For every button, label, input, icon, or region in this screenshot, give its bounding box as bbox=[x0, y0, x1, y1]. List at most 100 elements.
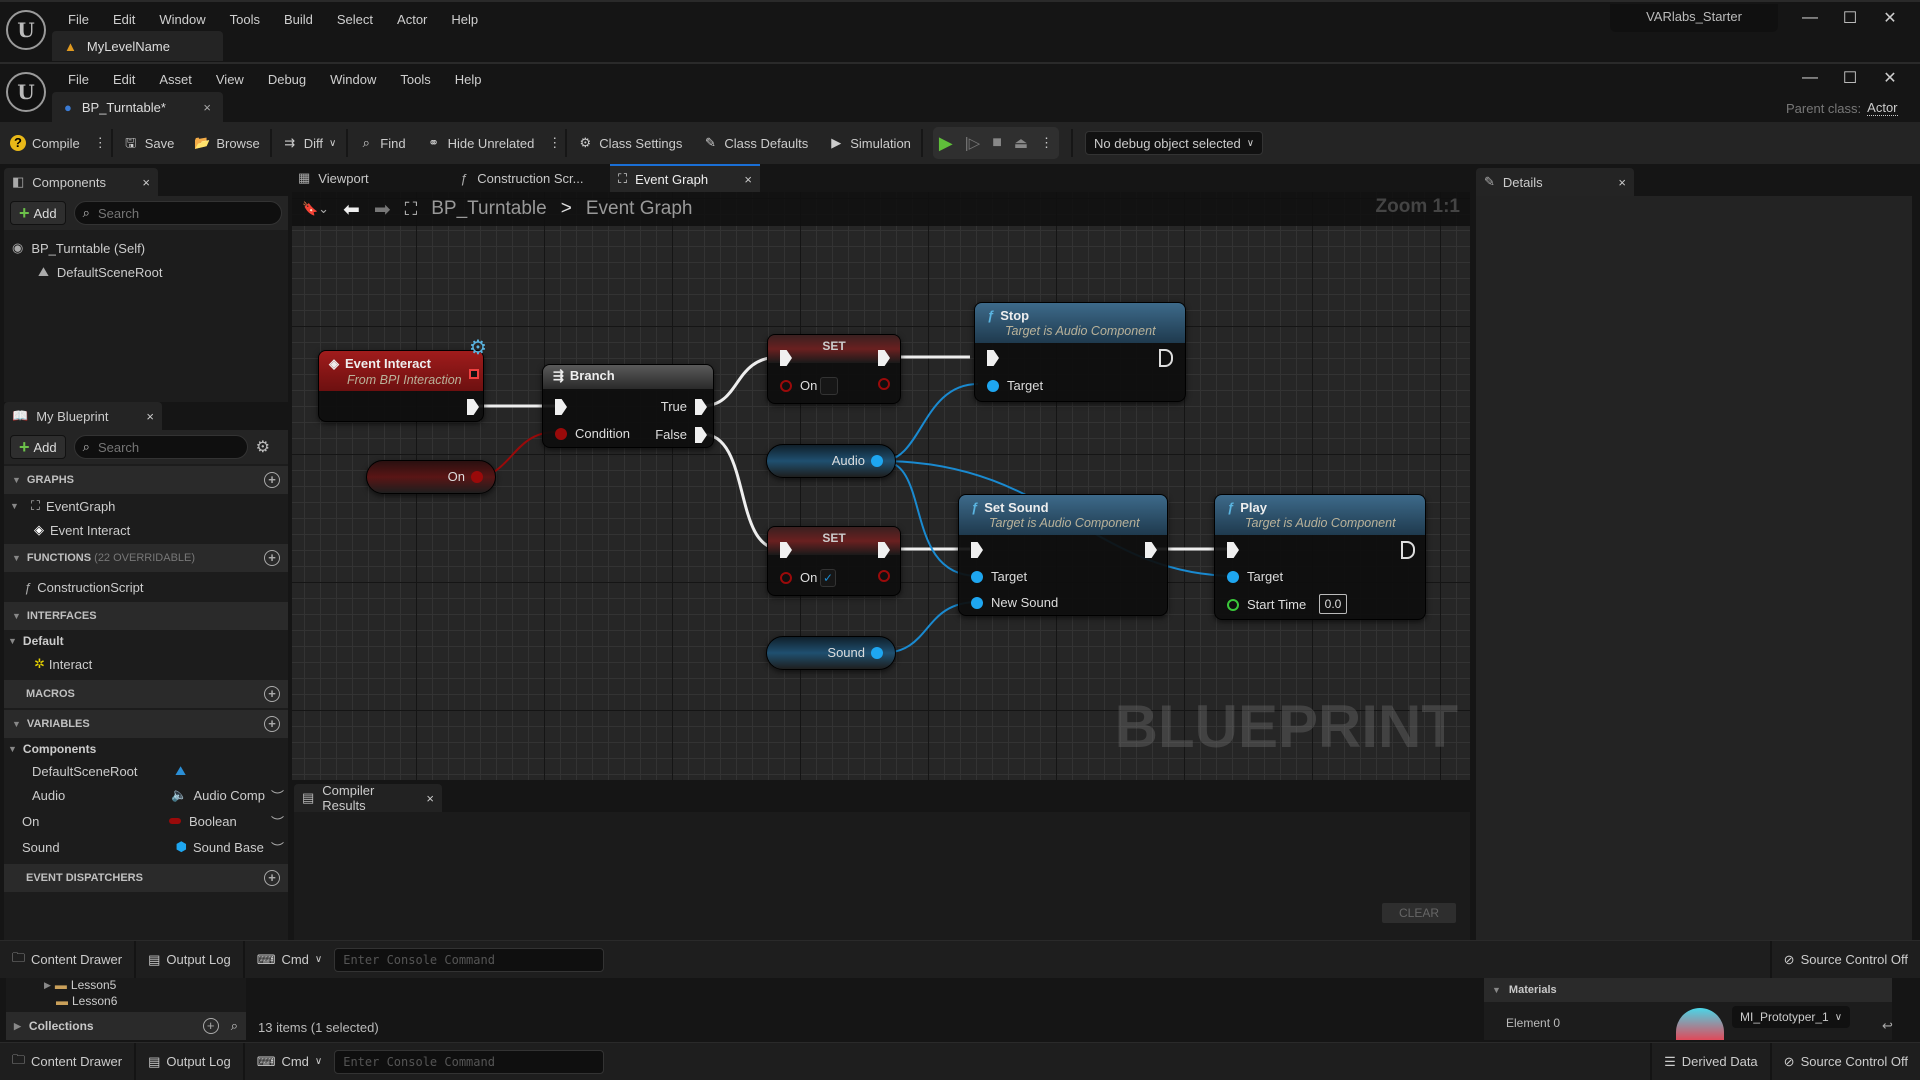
source-control-button[interactable]: ⊘ Source Control Off bbox=[1772, 1043, 1920, 1080]
gear-icon[interactable]: ⚙ bbox=[256, 437, 270, 457]
folder-lesson6[interactable]: ▬ Lesson6 bbox=[6, 992, 246, 1010]
menu-help[interactable]: Help bbox=[443, 72, 494, 87]
unreal-logo-icon[interactable]: U bbox=[6, 10, 46, 50]
my-blueprint-search[interactable]: ⌕ bbox=[73, 435, 248, 459]
exec-in-pin[interactable] bbox=[1227, 542, 1239, 558]
asset-tab[interactable]: ● BP_Turntable* × bbox=[52, 92, 223, 122]
exec-out-pin[interactable] bbox=[1401, 541, 1415, 559]
content-drawer-button[interactable]: 🗀 Content Drawer bbox=[0, 941, 137, 978]
on-output-pin[interactable] bbox=[471, 471, 483, 483]
menu-help[interactable]: Help bbox=[439, 12, 490, 27]
output-log-button[interactable]: ▤ Output Log bbox=[136, 941, 245, 978]
add-event-dispatcher-icon[interactable]: + bbox=[264, 870, 280, 886]
compile-options-button[interactable]: ⋮ bbox=[90, 122, 111, 164]
parent-class-link[interactable]: Actor bbox=[1867, 100, 1898, 116]
close-tab-icon[interactable]: × bbox=[744, 172, 752, 187]
menu-file[interactable]: File bbox=[56, 12, 101, 27]
on-input-pin[interactable] bbox=[780, 380, 792, 392]
graph-eventgraph[interactable]: ▼ ⛶ EventGraph bbox=[4, 494, 288, 518]
add-component-button[interactable]: + Add bbox=[10, 201, 66, 225]
cmd-dropdown[interactable]: ⌨ Cmd ∨ bbox=[245, 1043, 335, 1080]
folder-lesson5[interactable]: ▶ ▬ Lesson5 bbox=[6, 978, 246, 992]
audio-output-pin[interactable] bbox=[871, 455, 883, 467]
cmd-dropdown[interactable]: ⌨ Cmd ∨ bbox=[245, 941, 335, 978]
on-checkbox-checked[interactable]: ✓ bbox=[820, 569, 836, 587]
tab-viewport[interactable]: ▦ Viewport bbox=[290, 164, 450, 192]
start-time-input[interactable]: 0.0 bbox=[1319, 594, 1347, 614]
minimize-button[interactable]: — bbox=[1790, 69, 1830, 87]
add-graph-icon[interactable]: + bbox=[264, 472, 280, 488]
content-drawer-button[interactable]: 🗀 Content Drawer bbox=[0, 1043, 137, 1080]
play-icon[interactable]: ▶ bbox=[939, 133, 953, 154]
exec-in-pin[interactable] bbox=[971, 542, 983, 558]
interface-interact[interactable]: ✲ Interact bbox=[4, 652, 288, 676]
visibility-eye-icon[interactable]: ︶ bbox=[271, 786, 284, 805]
exec-true-pin[interactable] bbox=[695, 399, 707, 415]
hide-unrelated-options-button[interactable]: ⋮ bbox=[544, 122, 565, 164]
details-tab[interactable]: ✎ Details × bbox=[1476, 168, 1634, 196]
step-icon[interactable]: |▷ bbox=[965, 134, 980, 152]
variable-defaultsceneroot[interactable]: DefaultSceneRoot ⛰ bbox=[4, 760, 288, 782]
add-member-button[interactable]: + Add bbox=[10, 435, 66, 459]
node-set-sound[interactable]: ƒ Set Sound Target is Audio Component Targ… bbox=[958, 494, 1168, 616]
menu-edit[interactable]: Edit bbox=[101, 72, 147, 87]
variable-sound[interactable]: Sound ⬢ Sound Base ︶ bbox=[4, 834, 288, 860]
new-sound-pin[interactable] bbox=[971, 597, 983, 609]
tab-event-graph[interactable]: ⛶ Event Graph × bbox=[610, 164, 760, 192]
derived-data-button[interactable]: ☰ Derived Data bbox=[1650, 1043, 1772, 1080]
find-button[interactable]: ⌕ Find bbox=[348, 122, 415, 164]
menu-file[interactable]: File bbox=[56, 72, 101, 87]
compile-button[interactable]: ? Compile bbox=[0, 122, 90, 164]
menu-tools[interactable]: Tools bbox=[218, 12, 272, 27]
node-event-interact[interactable]: ◈ Event Interact From BPI Interaction ⚙ bbox=[318, 337, 487, 422]
exec-out-pin[interactable] bbox=[1145, 542, 1157, 558]
event-graph-canvas[interactable]: 🔖⌄ ⬅ ➡ ⛶ BP_Turntable > Event Graph Zoom… bbox=[292, 192, 1470, 780]
close-tab-icon[interactable]: × bbox=[203, 100, 211, 115]
section-functions[interactable]: ▼ FUNCTIONS (22 OVERRIDABLE) + bbox=[4, 544, 288, 572]
graph-event-interact[interactable]: ◈ Event Interact bbox=[4, 518, 288, 542]
maximize-button[interactable]: ☐ bbox=[1830, 68, 1870, 88]
target-pin[interactable] bbox=[971, 571, 983, 583]
node-get-on[interactable]: On bbox=[366, 460, 496, 494]
node-play[interactable]: ƒ Play Target is Audio Component Target St… bbox=[1214, 494, 1426, 620]
menu-tools[interactable]: Tools bbox=[388, 72, 442, 87]
target-pin[interactable] bbox=[987, 380, 999, 392]
components-search-input[interactable] bbox=[97, 205, 273, 221]
section-macros[interactable]: MACROS + bbox=[4, 680, 288, 708]
add-macro-icon[interactable]: + bbox=[264, 686, 280, 702]
minimize-button[interactable]: — bbox=[1790, 9, 1830, 27]
reset-icon[interactable]: ↩ bbox=[1882, 1018, 1893, 1034]
condition-pin[interactable] bbox=[555, 428, 567, 440]
maximize-button[interactable]: ☐ bbox=[1830, 8, 1870, 28]
close-tab-icon[interactable]: × bbox=[426, 791, 434, 806]
on-checkbox[interactable] bbox=[820, 377, 838, 395]
node-set-on-true[interactable]: SET On ✓ bbox=[767, 526, 901, 596]
debug-object-dropdown[interactable]: No debug object selected ∨ bbox=[1085, 131, 1264, 155]
output-log-button[interactable]: ▤ Output Log bbox=[136, 1043, 245, 1080]
unreal-logo-icon[interactable]: U bbox=[6, 72, 46, 112]
exec-in-pin[interactable] bbox=[987, 350, 999, 366]
variable-category-components[interactable]: ▼ Components bbox=[4, 738, 288, 760]
menu-asset[interactable]: Asset bbox=[147, 72, 204, 87]
menu-window[interactable]: Window bbox=[147, 12, 217, 27]
section-variables[interactable]: ▼ VARIABLES + bbox=[4, 710, 288, 738]
variable-audio[interactable]: Audio 🔈 Audio Comp ︶ bbox=[4, 782, 288, 808]
exec-out-pin[interactable] bbox=[467, 399, 479, 415]
exec-in-pin[interactable] bbox=[555, 399, 567, 415]
materials-section[interactable]: ▼ Materials bbox=[1484, 978, 1892, 1002]
close-tab-icon[interactable]: × bbox=[146, 409, 154, 424]
my-blueprint-tab[interactable]: 📖 My Blueprint × bbox=[4, 402, 162, 430]
material-dropdown[interactable]: MI_Prototyper_1 ∨ bbox=[1732, 1006, 1851, 1028]
add-function-icon[interactable]: + bbox=[264, 550, 280, 566]
save-button[interactable]: 🖫 Save bbox=[113, 122, 185, 164]
menu-debug[interactable]: Debug bbox=[256, 72, 318, 87]
node-stop[interactable]: ƒ Stop Target is Audio Component Target bbox=[974, 302, 1186, 402]
node-set-on-false[interactable]: SET On bbox=[767, 334, 901, 404]
section-graphs[interactable]: ▼ GRAPHS + bbox=[4, 466, 288, 494]
console-command-input[interactable]: Enter Console Command bbox=[334, 1049, 605, 1074]
function-constructionscript[interactable]: ƒ ConstructionScript bbox=[4, 572, 288, 602]
add-collection-icon[interactable]: + bbox=[202, 1018, 219, 1034]
menu-edit[interactable]: Edit bbox=[101, 12, 147, 27]
menu-select[interactable]: Select bbox=[325, 12, 385, 27]
search-icon[interactable]: ⌕ bbox=[231, 1018, 238, 1034]
